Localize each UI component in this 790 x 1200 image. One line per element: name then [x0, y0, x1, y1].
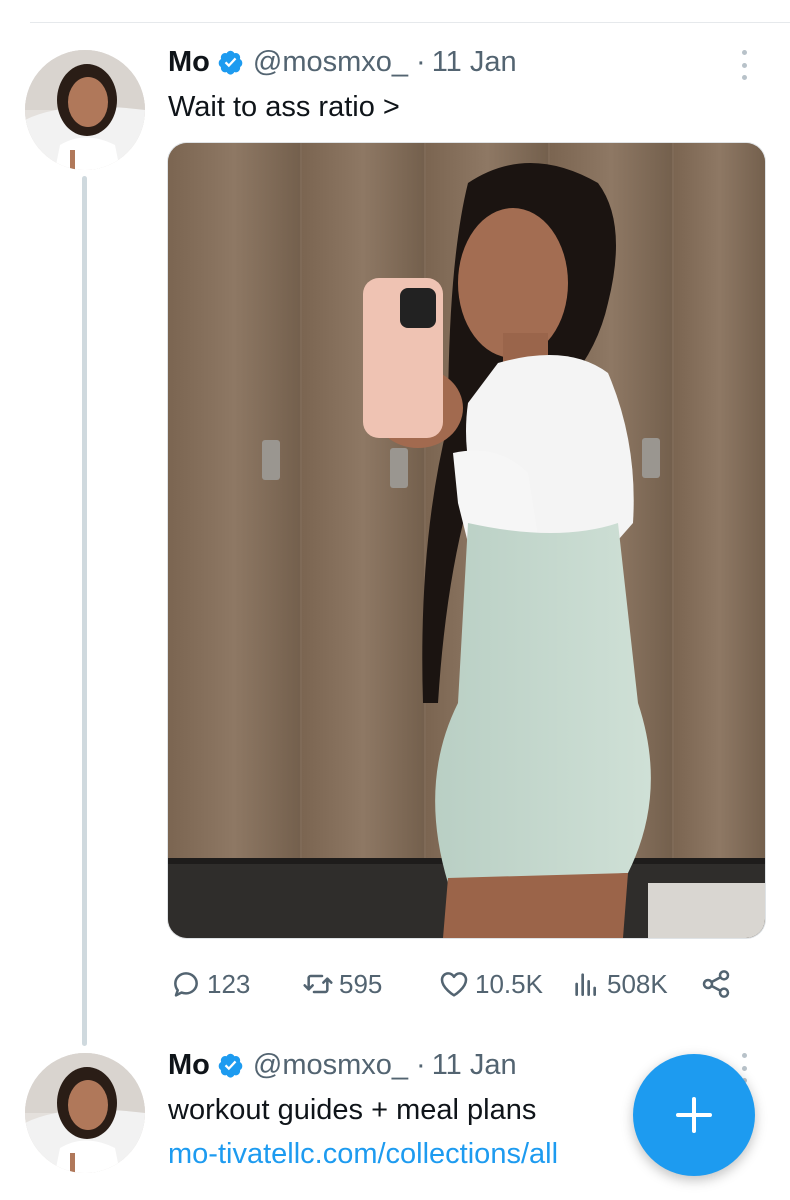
tweet-actions: 123 595 10.5K 508K — [170, 964, 750, 1004]
views-count: 508K — [607, 968, 668, 999]
share-button[interactable] — [700, 964, 732, 1004]
author-name[interactable]: Mo — [168, 46, 210, 79]
plus-icon — [676, 1097, 712, 1133]
more-options-icon[interactable] — [736, 50, 752, 80]
reply-count: 123 — [207, 968, 251, 999]
thread-connector-line — [82, 176, 87, 1046]
repost-count: 595 — [339, 968, 383, 999]
avatar[interactable] — [25, 50, 145, 170]
tweet-text: workout guides + meal plans — [168, 1094, 537, 1126]
tweet-header: Mo @mosmxo_ · 11 Jan — [168, 42, 517, 82]
like-button[interactable]: 10.5K — [438, 964, 543, 1004]
tweet-media-photo[interactable] — [167, 142, 766, 939]
tweet-text: Wait to ass ratio > — [168, 91, 400, 123]
avatar[interactable] — [25, 1053, 145, 1173]
reply-icon — [174, 972, 198, 997]
verified-badge-icon — [218, 50, 243, 75]
share-icon — [702, 970, 730, 998]
compose-button[interactable] — [633, 1054, 755, 1176]
like-count: 10.5K — [475, 968, 543, 999]
tweet-header: Mo @mosmxo_ · 11 Jan — [168, 1045, 517, 1085]
repost-button[interactable]: 595 — [302, 964, 382, 1004]
views-button[interactable]: 508K — [570, 964, 668, 1004]
top-divider — [30, 22, 790, 23]
views-icon — [575, 973, 596, 996]
separator-dot: · — [416, 1048, 426, 1081]
author-handle[interactable]: @mosmxo_ — [253, 46, 408, 79]
tweet-date[interactable]: 11 Jan — [432, 46, 517, 79]
heart-icon — [440, 972, 468, 997]
repost-icon — [303, 974, 333, 994]
author-name[interactable]: Mo — [168, 1049, 210, 1082]
tweet-date[interactable]: 11 Jan — [432, 1049, 517, 1082]
separator-dot: · — [416, 45, 426, 78]
reply-button[interactable]: 123 — [170, 964, 250, 1004]
verified-badge-icon — [218, 1053, 243, 1078]
tweet-link[interactable]: mo-tivatellc.com/collections/all — [168, 1137, 558, 1171]
author-handle[interactable]: @mosmxo_ — [253, 1049, 408, 1082]
